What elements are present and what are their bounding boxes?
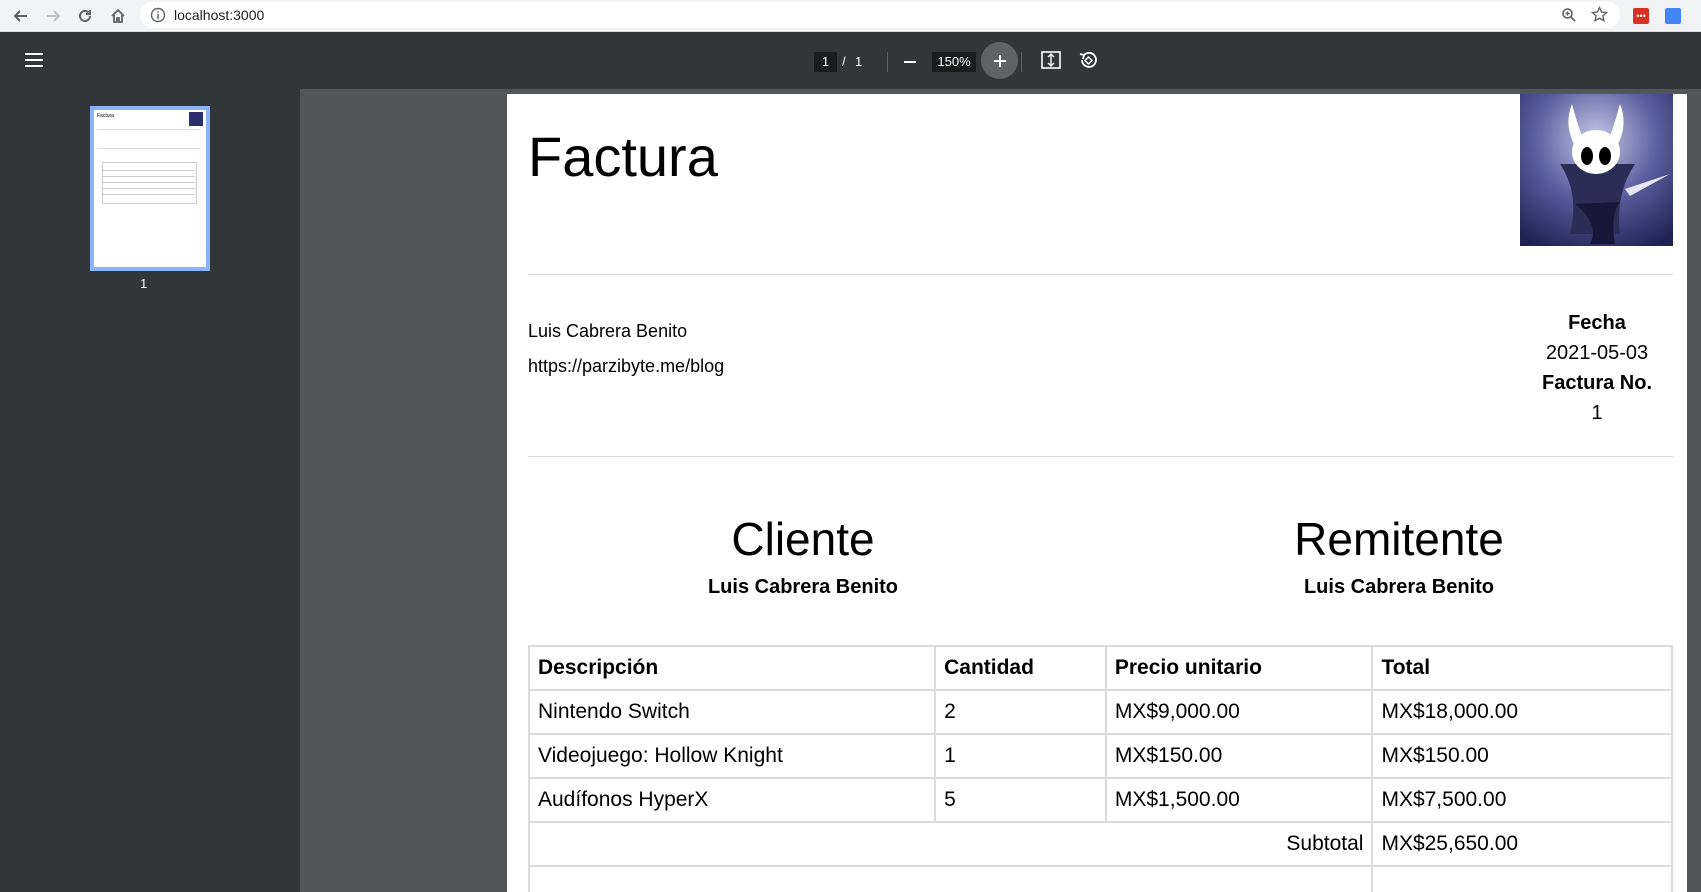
cell-unit-price: MX$150.00: [1104, 733, 1374, 779]
zoom-indicator-icon[interactable]: [1561, 7, 1577, 28]
page-thumbnail[interactable]: Factura: [90, 106, 210, 271]
cell-description: Videojuego: Hollow Knight: [527, 733, 937, 779]
thumbnail-title: Factura: [97, 113, 114, 119]
toolbar-divider: [1021, 52, 1022, 72]
rotate-icon[interactable]: [1076, 48, 1100, 72]
url-text[interactable]: localhost:3000: [174, 7, 264, 23]
pdf-viewer[interactable]: Factura Luis Cabrera Benito https://parz…: [300, 89, 1701, 892]
address-bar[interactable]: localhost:3000: [140, 2, 1620, 28]
invoice-number-value: 1: [1591, 402, 1603, 424]
forward-icon[interactable]: [41, 4, 65, 28]
invoice-title: Factura: [528, 125, 718, 188]
table-row: Audífonos HyperX 5 MX$1,500.00 MX$7,500.…: [527, 777, 1673, 823]
header-unit-price: Precio unitario: [1104, 645, 1374, 691]
toolbar-divider: [887, 52, 888, 72]
table-header-row: Descripción Cantidad Precio unitario Tot…: [527, 645, 1673, 691]
pdf-page: Factura Luis Cabrera Benito https://parz…: [507, 94, 1687, 892]
cell-description: Nintendo Switch: [527, 689, 937, 735]
minus-icon: [904, 61, 916, 63]
invoice-meta: Fecha 2021-05-03 Factura No. 1: [1507, 308, 1687, 428]
thumbnail-preview: Factura: [94, 110, 206, 267]
back-icon[interactable]: [9, 4, 33, 28]
cell-description: Audífonos HyperX: [527, 777, 937, 823]
cell-unit-price: MX$9,000.00: [1104, 689, 1374, 735]
thumbnail-sidebar: Factura 1: [0, 89, 300, 892]
thumbnail-page-number: 1: [140, 276, 148, 291]
home-icon[interactable]: [106, 4, 130, 28]
cell-quantity: 1: [934, 733, 1107, 779]
issuer-name: Luis Cabrera Benito: [528, 321, 688, 341]
page-separator: /: [842, 54, 846, 69]
items-table: Descripción Cantidad Precio unitario Tot…: [527, 645, 1673, 892]
header-description: Descripción: [527, 645, 937, 691]
site-info-icon[interactable]: [150, 7, 166, 28]
issuer-url: https://parzibyte.me/blog: [528, 356, 725, 376]
divider-top: [528, 274, 1673, 275]
zoom-in-button[interactable]: [981, 42, 1018, 79]
cell-quantity: 2: [934, 689, 1107, 735]
sender-heading: Remitente: [1294, 513, 1504, 565]
divider-middle: [528, 456, 1673, 457]
invoice-number-label: Factura No.: [1541, 372, 1653, 394]
zoom-out-button[interactable]: [898, 50, 922, 74]
extension-icon[interactable]: •••: [1630, 5, 1652, 27]
sender-name: Luis Cabrera Benito: [1303, 576, 1495, 598]
page-number-input[interactable]: 1: [814, 52, 837, 72]
cell-total: MX$18,000.00: [1371, 689, 1673, 735]
cell-quantity: 5: [934, 777, 1107, 823]
thumbnail-logo: [189, 112, 203, 126]
cell-total: MX$7,500.00: [1371, 777, 1673, 823]
subtotal-value: MX$25,650.00: [1371, 821, 1673, 867]
subtotal-label: Subtotal: [527, 821, 1374, 867]
date-value: 2021-05-03: [1545, 342, 1649, 364]
plus-icon: [993, 54, 1006, 67]
translate-extension-icon[interactable]: [1662, 5, 1684, 27]
header-total: Total: [1371, 645, 1673, 691]
table-row: Nintendo Switch 2 MX$9,000.00 MX$18,000.…: [527, 689, 1673, 735]
table-row: Videojuego: Hollow Knight 1 MX$150.00 MX…: [527, 733, 1673, 779]
table-row: [527, 865, 1673, 892]
fit-to-page-icon[interactable]: [1039, 48, 1063, 72]
client-name: Luis Cabrera Benito: [707, 576, 899, 598]
client-block: Cliente Luis Cabrera Benito: [603, 512, 1003, 599]
subtotal-row: Subtotal MX$25,650.00: [527, 821, 1673, 867]
pdf-toolbar: 1 / 1 150%: [0, 32, 1701, 89]
cell-unit-price: MX$1,500.00: [1104, 777, 1374, 823]
reload-icon[interactable]: [73, 4, 97, 28]
cell-total: MX$150.00: [1371, 733, 1673, 779]
header-quantity: Cantidad: [934, 645, 1107, 691]
hollow-knight-logo: [1520, 94, 1673, 246]
browser-toolbar: localhost:3000 •••: [0, 0, 1701, 32]
client-heading: Cliente: [731, 513, 875, 565]
menu-icon[interactable]: [22, 48, 46, 72]
date-label: Fecha: [1568, 312, 1626, 334]
zoom-level-input[interactable]: 150%: [932, 52, 976, 72]
bookmark-star-icon[interactable]: [1590, 5, 1609, 28]
page-total: 1: [855, 54, 863, 69]
sender-block: Remitente Luis Cabrera Benito: [1199, 512, 1599, 599]
